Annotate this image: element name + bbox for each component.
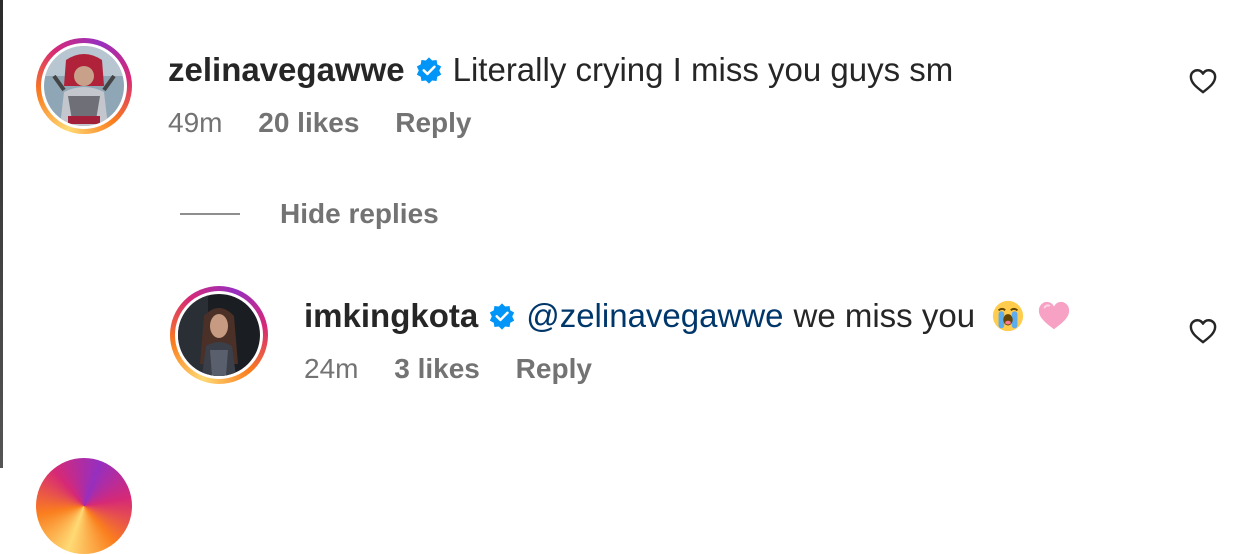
divider [180, 213, 240, 215]
reply-text: we miss you [793, 297, 976, 334]
verified-badge-icon [490, 303, 515, 330]
reply-body: imkingkota @zelinavegawwe we miss you [304, 296, 1071, 336]
avatar-photo [44, 46, 124, 126]
reply-username[interactable]: imkingkota [304, 296, 478, 336]
reply-button[interactable]: Reply [516, 353, 592, 384]
mention-link[interactable]: @zelinavegawwe [526, 296, 783, 336]
comment-meta: 49m 20 likes Reply [168, 107, 953, 139]
reply-likes[interactable]: 3 likes [394, 353, 480, 384]
avatar[interactable] [36, 38, 132, 134]
reply-button[interactable]: Reply [395, 107, 471, 138]
comment-body: zelinavegawwe Literally crying I miss yo… [168, 50, 953, 90]
next-comment-avatar[interactable] [36, 458, 132, 554]
like-heart-icon[interactable] [1188, 67, 1218, 95]
loudly-crying-face-icon [992, 300, 1024, 332]
comment-username[interactable]: zelinavegawwe [168, 50, 405, 90]
avatar[interactable] [170, 286, 268, 384]
avatar-photo [178, 294, 260, 376]
comment: zelinavegawwe Literally crying I miss yo… [36, 38, 953, 139]
reply-time[interactable]: 24m [304, 353, 358, 384]
verified-badge-icon [416, 57, 441, 84]
reply-meta: 24m 3 likes Reply [304, 353, 1071, 385]
pink-heart-icon [1038, 301, 1070, 330]
comment-text: Literally crying I miss you guys sm [452, 51, 954, 88]
hide-replies-button[interactable]: Hide replies [180, 198, 439, 230]
like-heart-icon[interactable] [1188, 317, 1218, 345]
window-edge [0, 0, 3, 468]
comment-time[interactable]: 49m [168, 107, 222, 138]
reply-comment: imkingkota @zelinavegawwe we miss you 24 [170, 286, 1071, 385]
comment-likes[interactable]: 20 likes [258, 107, 359, 138]
hide-replies-label: Hide replies [280, 198, 439, 229]
